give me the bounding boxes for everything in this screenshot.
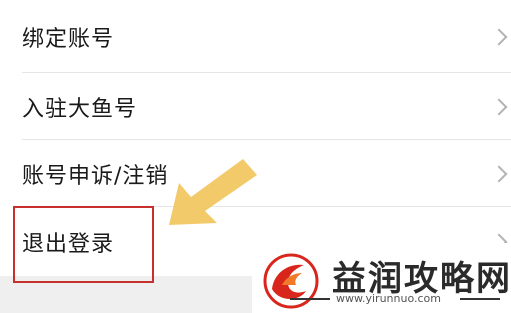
watermark-dash-left (290, 298, 330, 300)
watermark-url: www.yirunnuo.com (336, 292, 441, 305)
watermark: 益润攻略网 www.yirunnuo.com (252, 243, 511, 313)
watermark-dash-right (460, 298, 500, 300)
flame-logo-icon (263, 253, 319, 309)
chevron-right-icon (490, 28, 508, 45)
settings-item-bind-account[interactable]: 绑定账号 (0, 0, 511, 73)
settings-item-label: 账号申诉/注销 (22, 163, 169, 189)
highlight-box (13, 206, 154, 283)
pointer-arrow-icon (169, 159, 257, 225)
chevron-right-icon (490, 165, 508, 182)
settings-item-label: 绑定账号 (22, 26, 115, 52)
settings-item-label: 入驻大鱼号 (22, 96, 138, 122)
settings-item-dayu-account[interactable]: 入驻大鱼号 (0, 73, 511, 140)
chevron-right-icon (490, 98, 508, 115)
